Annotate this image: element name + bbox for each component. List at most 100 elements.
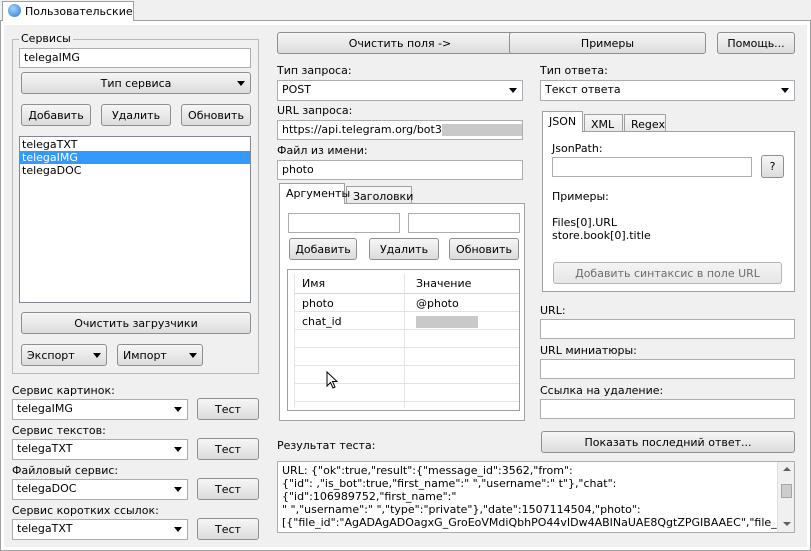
cell-value xyxy=(410,313,478,330)
column-header-name[interactable]: Имя xyxy=(296,274,325,294)
result-url-label: URL: xyxy=(540,304,566,317)
service-name-input[interactable]: telegaIMG xyxy=(19,48,251,68)
redacted-chat-id xyxy=(416,316,478,328)
tab-regex[interactable]: Regex xyxy=(624,114,666,132)
chevron-down-icon xyxy=(174,527,182,532)
tab-custom-uploaders[interactable]: Пользовательские xyxy=(2,1,134,21)
text-service-select[interactable]: telegaTXT xyxy=(12,439,188,460)
tab-label: Пользовательские xyxy=(25,5,133,18)
result-line: {"id":106989752,"first_name":" xyxy=(282,490,457,503)
delete-argument-button[interactable]: Удалить xyxy=(369,238,439,260)
scroll-thumb[interactable] xyxy=(781,484,792,498)
export-label: Экспорт xyxy=(27,348,75,362)
chevron-down-icon xyxy=(174,487,182,492)
show-last-response-button[interactable]: Показать последний ответ... xyxy=(541,431,795,453)
chevron-down-icon xyxy=(93,353,101,358)
grid-left-divider xyxy=(294,274,295,408)
examples-button[interactable]: Примеры xyxy=(509,32,706,54)
image-service-value: telegaIMG xyxy=(17,402,73,415)
request-url-value: https://api.telegram.org/bot3 xyxy=(282,123,442,136)
grid-column-divider xyxy=(404,274,405,408)
text-service-test-button[interactable]: Тест xyxy=(197,438,259,460)
scroll-up-icon[interactable] xyxy=(783,467,791,471)
thumbnail-url-label: URL миниатюры: xyxy=(540,344,637,357)
short-link-service-select[interactable]: telegaTXT xyxy=(12,519,188,540)
chevron-down-icon xyxy=(509,88,517,93)
chevron-down-icon xyxy=(189,353,197,358)
file-service-select[interactable]: telegaDOC xyxy=(12,479,188,500)
clear-uploaders-button[interactable]: Очистить загрузчики xyxy=(21,312,251,334)
list-item[interactable]: telegaIMG xyxy=(20,151,250,164)
tab-json[interactable]: JSON xyxy=(542,111,583,132)
file-service-label: Файловый сервис: xyxy=(12,464,119,477)
jsonpath-input[interactable] xyxy=(552,157,752,177)
tab-arguments[interactable]: Аргументы xyxy=(279,183,350,204)
chevron-down-icon xyxy=(237,81,245,86)
cell-value: @photo xyxy=(416,297,459,310)
tab-headers[interactable]: Заголовки xyxy=(346,186,413,204)
grid-header: Имя Значение xyxy=(294,274,519,294)
table-row[interactable] xyxy=(294,331,519,348)
service-type-dropdown[interactable]: Тип сервиса xyxy=(21,72,251,94)
list-item[interactable]: telegaTXT xyxy=(20,138,250,151)
result-line: {"id": ,"is_bot":true,"first_name":" ","… xyxy=(282,477,617,490)
result-line: URL: {"ok":true,"result":{"message_id":3… xyxy=(282,464,573,477)
short-link-service-test-button[interactable]: Тест xyxy=(197,518,259,540)
table-row[interactable] xyxy=(294,349,519,366)
tab-xml[interactable]: XML xyxy=(584,114,623,132)
chevron-down-icon xyxy=(781,88,789,93)
deletion-url-input[interactable] xyxy=(540,399,795,419)
arguments-grid[interactable]: Имя Значение photo @photo chat_id xyxy=(287,269,520,411)
text-service-label: Сервис текстов: xyxy=(12,424,106,437)
response-type-value: Текст ответа xyxy=(545,83,621,96)
argument-name-input[interactable] xyxy=(288,213,400,233)
export-dropdown[interactable]: Экспорт xyxy=(21,344,107,366)
file-service-test-button[interactable]: Тест xyxy=(197,478,259,500)
result-url-input[interactable] xyxy=(540,319,795,339)
services-group-label: Сервисы xyxy=(19,32,73,45)
result-line: " ","username":" ","type":"private"},"da… xyxy=(282,503,641,516)
add-syntax-button[interactable]: Добавить синтаксис в поле URL xyxy=(553,262,782,284)
file-name-input[interactable]: photo xyxy=(277,160,523,180)
table-row[interactable]: chat_id xyxy=(294,313,519,330)
test-result-label: Результат теста: xyxy=(277,439,376,452)
response-type-label: Тип ответа: xyxy=(540,64,608,77)
short-link-service-label: Сервис коротких ссылок: xyxy=(12,504,159,517)
image-service-test-button[interactable]: Тест xyxy=(197,398,259,420)
scroll-down-icon[interactable] xyxy=(783,522,791,526)
add-argument-button[interactable]: Добавить xyxy=(289,238,357,260)
text-service-value: telegaTXT xyxy=(17,442,73,455)
cell-name: photo xyxy=(302,297,334,310)
import-dropdown[interactable]: Импорт xyxy=(117,344,203,366)
example-1: Files[0].URL xyxy=(552,216,618,229)
response-type-select[interactable]: Текст ответа xyxy=(540,80,795,101)
mouse-cursor-icon xyxy=(326,371,338,389)
request-url-input[interactable]: https://api.telegram.org/bot3 xyxy=(277,120,523,140)
argument-value-input[interactable] xyxy=(408,213,520,233)
jsonpath-help-button[interactable]: ? xyxy=(761,155,784,178)
request-type-value: POST xyxy=(282,83,311,96)
thumbnail-url-input[interactable] xyxy=(540,359,795,379)
deletion-url-label: Ссылка на удаление: xyxy=(540,384,664,397)
update-service-button[interactable]: Обновить xyxy=(181,104,251,126)
test-result-textarea[interactable]: URL: {"ok":true,"result":{"message_id":3… xyxy=(277,461,795,533)
help-button[interactable]: Помощь... xyxy=(717,32,795,54)
image-service-label: Сервис картинок: xyxy=(12,384,115,397)
request-type-select[interactable]: POST xyxy=(277,80,523,101)
table-row[interactable]: photo @photo xyxy=(294,295,519,312)
column-header-value[interactable]: Значение xyxy=(410,274,471,294)
image-service-select[interactable]: telegaIMG xyxy=(12,399,188,420)
examples-heading: Примеры: xyxy=(552,190,609,203)
result-line: [{"file_id":"AgADAgADOagxG_GroEoVMdiQbhP… xyxy=(282,516,795,529)
clear-fields-button[interactable]: Очистить поля -> xyxy=(277,32,523,54)
add-service-button[interactable]: Добавить xyxy=(21,104,91,126)
vertical-scrollbar[interactable] xyxy=(777,462,794,532)
import-label: Импорт xyxy=(123,348,167,362)
jsonpath-label: JsonPath: xyxy=(552,142,603,155)
services-list[interactable]: telegaTXT telegaIMG telegaDOC xyxy=(19,136,251,303)
delete-service-button[interactable]: Удалить xyxy=(101,104,171,126)
cell-name: chat_id xyxy=(302,315,342,328)
list-item[interactable]: telegaDOC xyxy=(20,164,250,177)
chevron-down-icon xyxy=(174,407,182,412)
update-argument-button[interactable]: Обновить xyxy=(449,238,519,260)
